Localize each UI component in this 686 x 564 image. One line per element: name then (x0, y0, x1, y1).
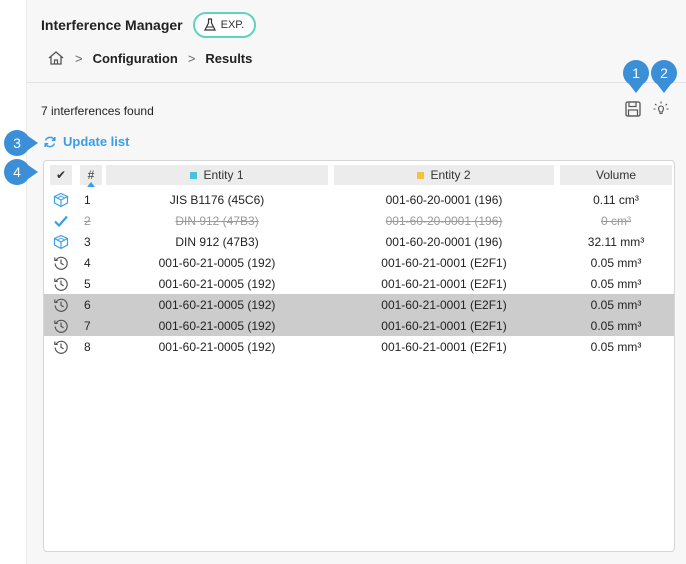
callout-marker-4: 4 (4, 159, 38, 185)
column-entity2-header[interactable]: Entity 2 (334, 165, 554, 185)
table-row[interactable]: 6 001-60-21-0005 (192) 001-60-21-0001 (E… (44, 294, 674, 315)
panel-title: Interference Manager (41, 17, 183, 33)
row-entity2: 001-60-21-0001 (E2F1) (381, 276, 507, 291)
table-header: ✔ # Entity 1 Entity 2 Volume (44, 161, 674, 189)
row-entity1: 001-60-21-0005 (192) (158, 276, 276, 291)
column-volume-header[interactable]: Volume (560, 165, 672, 185)
row-number: 1 (84, 192, 91, 207)
title-row: Interference Manager EXP. (41, 12, 257, 38)
cube-icon[interactable] (50, 189, 72, 210)
entity1-color-swatch (190, 171, 198, 179)
row-entity2: 001-60-21-0001 (E2F1) (381, 297, 507, 312)
row-entity1: DIN 912 (47B3) (175, 234, 259, 249)
history-icon[interactable] (50, 294, 72, 315)
row-number: 2 (84, 213, 91, 228)
experimental-badge: EXP. (192, 12, 257, 38)
row-number: 4 (84, 255, 91, 270)
row-entity2: 001-60-20-0001 (196) (385, 213, 503, 228)
interference-manager-panel: Interference Manager EXP. > Configuratio… (26, 0, 686, 564)
interference-count: 7 interferences found (41, 104, 154, 118)
table-row[interactable]: 1 JIS B1176 (45C6) 001-60-20-0001 (196) … (44, 189, 674, 210)
row-volume: 0.11 cm³ (593, 192, 639, 207)
table-row[interactable]: 5 001-60-21-0005 (192) 001-60-21-0001 (E… (44, 273, 674, 294)
update-list-label: Update list (63, 134, 130, 149)
row-entity2: 001-60-21-0001 (E2F1) (381, 318, 507, 333)
row-volume: 0.05 mm³ (590, 297, 642, 312)
callout-marker-2: 2 (651, 60, 677, 93)
row-number: 5 (84, 276, 91, 291)
home-icon[interactable] (47, 50, 65, 66)
callout-marker-1: 1 (623, 60, 649, 93)
history-icon[interactable] (50, 252, 72, 273)
header-divider (27, 82, 686, 83)
row-entity1: 001-60-21-0005 (192) (158, 339, 276, 354)
row-number: 6 (84, 297, 91, 312)
cube-icon[interactable] (50, 231, 72, 252)
history-icon[interactable] (50, 336, 72, 357)
row-entity2: 001-60-20-0001 (196) (385, 234, 503, 249)
row-number: 7 (84, 318, 91, 333)
row-volume: 0.05 mm³ (590, 339, 642, 354)
interference-table: ✔ # Entity 1 Entity 2 Volume 1 JIS B1176… (43, 160, 675, 552)
update-list-button[interactable]: Update list (43, 134, 129, 149)
check-icon[interactable] (50, 210, 72, 231)
history-icon[interactable] (50, 315, 72, 336)
row-volume: 0 cm³ (601, 213, 631, 228)
row-entity1: JIS B1176 (45C6) (169, 192, 265, 207)
row-volume: 0.05 mm³ (590, 318, 642, 333)
history-icon[interactable] (50, 273, 72, 294)
highlight-bulb-icon[interactable] (652, 100, 670, 118)
table-row[interactable]: 2 DIN 912 (47B3) 001-60-20-0001 (196) 0 … (44, 210, 674, 231)
badge-label: EXP. (220, 19, 245, 31)
refresh-icon (44, 136, 56, 147)
column-entity1-header[interactable]: Entity 1 (106, 165, 328, 185)
breadcrumb-separator: > (75, 50, 83, 66)
row-entity1: 001-60-21-0005 (192) (158, 297, 276, 312)
sort-ascending-icon (87, 182, 95, 187)
row-volume: 0.05 mm³ (590, 276, 642, 291)
column-entity1-label: Entity 1 (203, 168, 244, 182)
table-body: 1 JIS B1176 (45C6) 001-60-20-0001 (196) … (44, 189, 674, 357)
column-check-header[interactable]: ✔ (50, 165, 72, 185)
row-entity2: 001-60-21-0001 (E2F1) (381, 255, 507, 270)
table-row[interactable]: 3 DIN 912 (47B3) 001-60-20-0001 (196) 32… (44, 231, 674, 252)
row-entity1: DIN 912 (47B3) (175, 213, 259, 228)
entity2-color-swatch (417, 171, 425, 179)
save-icon[interactable] (624, 100, 642, 118)
column-entity2-label: Entity 2 (430, 168, 471, 182)
row-entity1: 001-60-21-0005 (192) (158, 255, 276, 270)
row-number: 8 (84, 339, 91, 354)
row-entity1: 001-60-21-0005 (192) (158, 318, 276, 333)
callout-marker-3: 3 (4, 130, 38, 156)
flask-icon (203, 18, 216, 31)
breadcrumb-results: Results (205, 50, 253, 66)
row-volume: 0.05 mm³ (590, 255, 642, 270)
toolbar (624, 100, 670, 118)
table-row[interactable]: 7 001-60-21-0005 (192) 001-60-21-0001 (E… (44, 315, 674, 336)
breadcrumb-configuration[interactable]: Configuration (93, 51, 178, 66)
row-number: 3 (84, 234, 91, 249)
row-entity2: 001-60-20-0001 (196) (385, 192, 503, 207)
row-entity2: 001-60-21-0001 (E2F1) (381, 339, 507, 354)
table-row[interactable]: 8 001-60-21-0005 (192) 001-60-21-0001 (E… (44, 336, 674, 357)
row-volume: 32.11 mm³ (587, 234, 645, 249)
breadcrumb-separator: > (187, 50, 196, 66)
breadcrumb: > Configuration > Results (47, 50, 252, 66)
table-row[interactable]: 4 001-60-21-0005 (192) 001-60-21-0001 (E… (44, 252, 674, 273)
